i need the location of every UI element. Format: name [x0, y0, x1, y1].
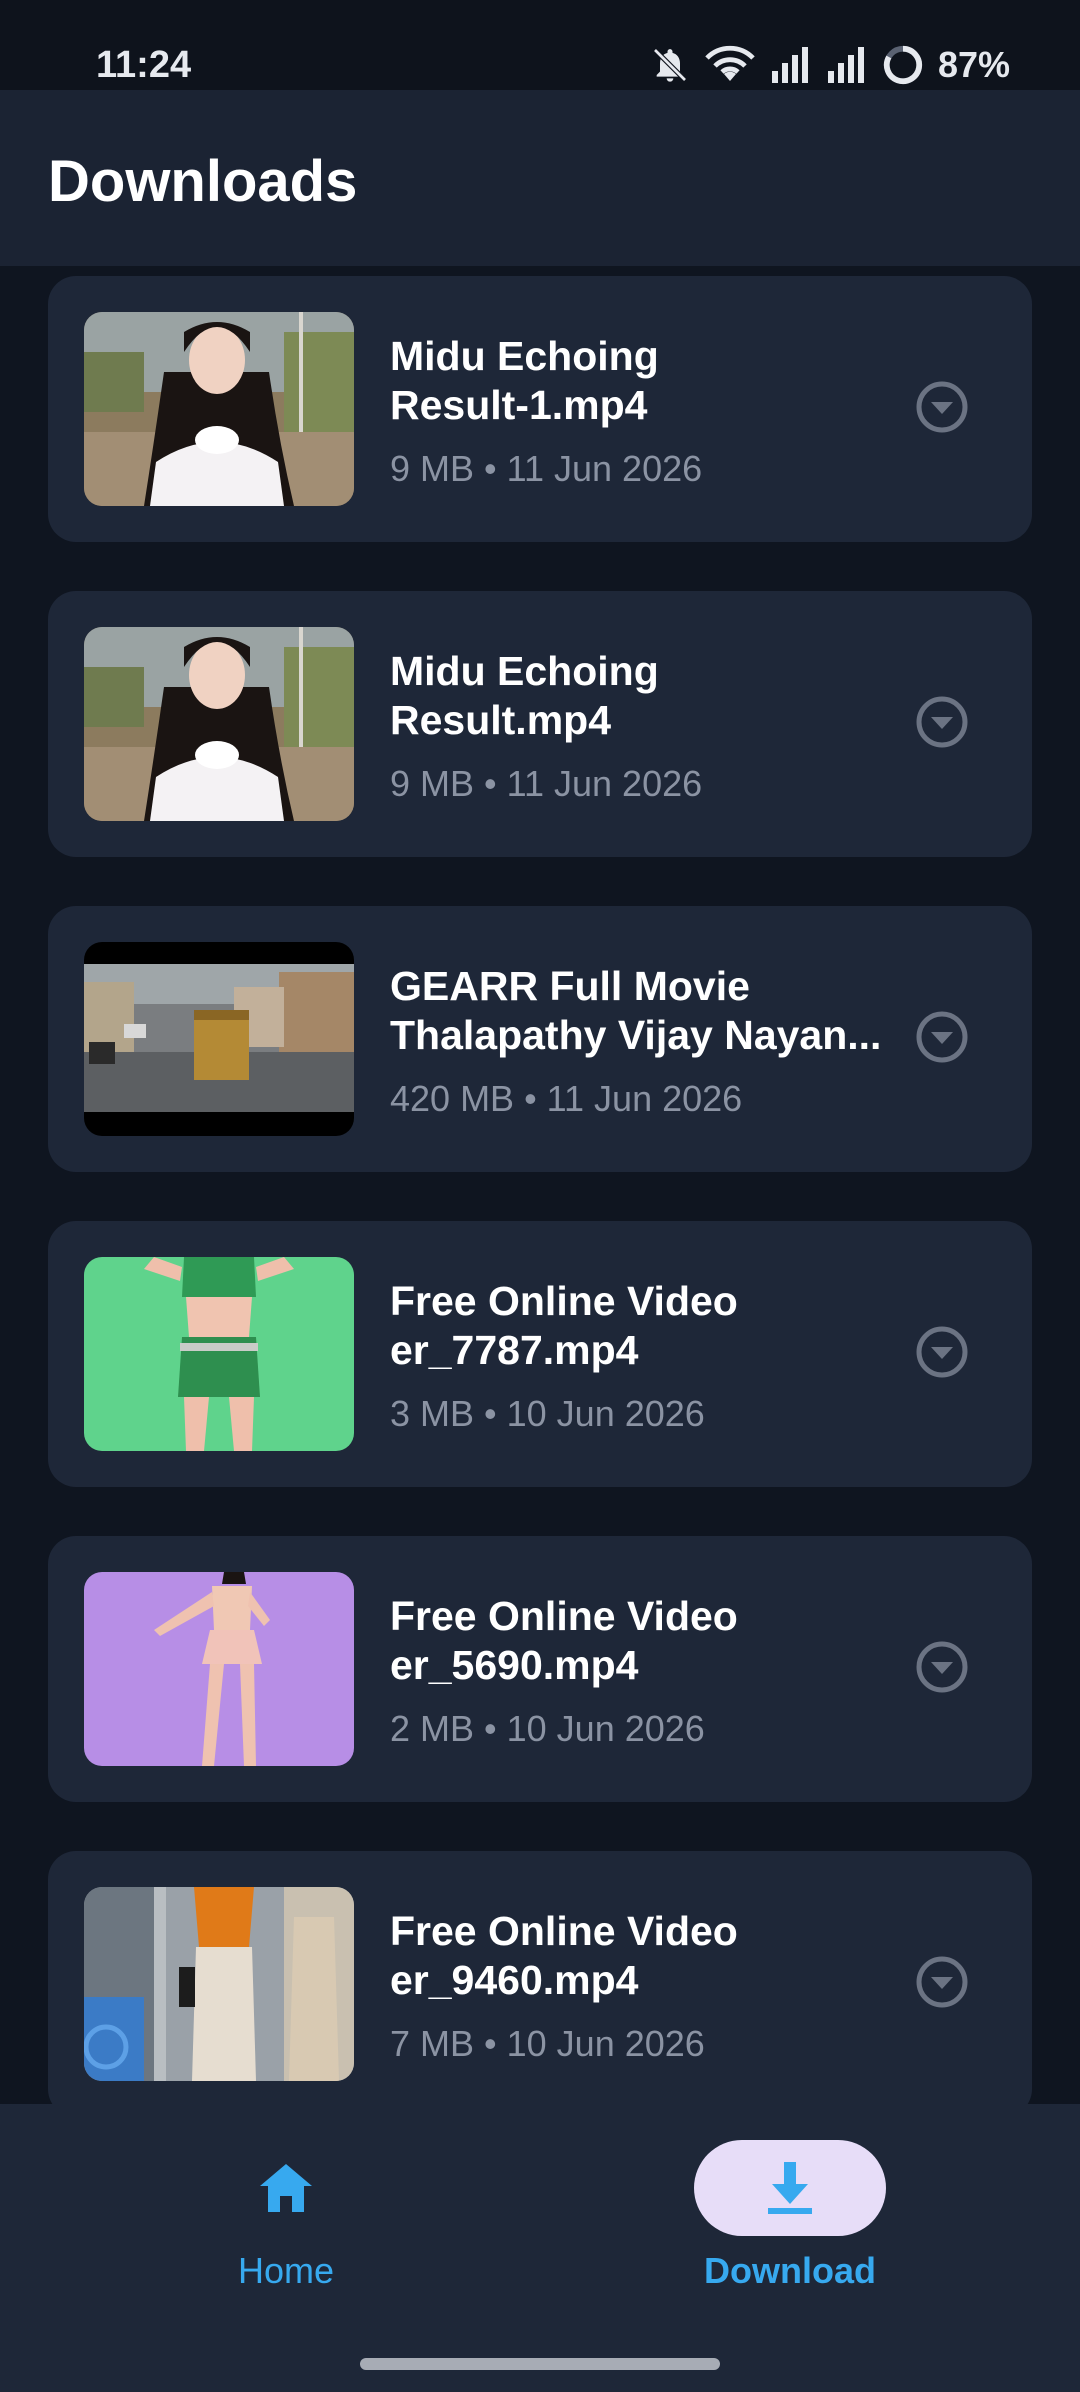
item-title: Free Online Video er_9460.mp4 — [390, 1908, 738, 2003]
status-time: 11:24 — [96, 44, 192, 86]
nav-home-label: Home — [237, 2250, 335, 2291]
item-menu-button[interactable] — [914, 694, 970, 750]
nav-download[interactable]: Download — [640, 2140, 940, 2292]
item-menu-button[interactable] — [914, 1324, 970, 1380]
chevron-down-circle-icon — [916, 1641, 968, 1693]
signal-icon — [826, 45, 868, 85]
item-meta: 3 MB • 10 Jun 2026 — [390, 1393, 705, 1434]
item-title: Free Online Video er_7787.mp4 — [390, 1278, 738, 1373]
video-thumbnail — [84, 1572, 354, 1766]
video-thumbnail — [84, 627, 354, 821]
item-menu-button[interactable] — [914, 1954, 970, 2010]
status-bar: 11:24 87% — [0, 0, 1080, 90]
download-item[interactable]: GEARR Full Movie Thalapathy Vijay Nayan.… — [48, 906, 1032, 1172]
download-item[interactable]: Free Online Video er_9460.mp4 7 MB • 10 … — [48, 1851, 1032, 2117]
gesture-home-indicator[interactable] — [360, 2358, 720, 2370]
battery-level: 87% — [937, 44, 1010, 85]
item-title: Midu Echoing Result.mp4 — [390, 648, 659, 743]
video-thumbnail — [84, 942, 354, 1136]
video-thumbnail — [84, 312, 354, 506]
item-meta: 9 MB • 11 Jun 2026 — [390, 763, 703, 804]
bottom-navigation: Home Download — [0, 2104, 1080, 2392]
item-meta: 2 MB • 10 Jun 2026 — [390, 1708, 705, 1749]
downloads-screen: 11:24 87% Downloads Midu Echoing Result-… — [0, 0, 1080, 2392]
download-item[interactable]: Free Online Video er_7787.mp4 3 MB • 10 … — [48, 1221, 1032, 1487]
app-header: Downloads — [0, 90, 1080, 266]
wifi-icon — [704, 45, 756, 85]
chevron-down-circle-icon — [916, 381, 968, 433]
item-menu-button[interactable] — [914, 1009, 970, 1065]
nav-home[interactable]: Home — [136, 2140, 436, 2292]
item-title: GEARR Full Movie Thalapathy Vijay Nayan.… — [390, 963, 882, 1058]
chevron-down-circle-icon — [916, 1011, 968, 1063]
chevron-down-circle-icon — [916, 1326, 968, 1378]
item-title: Free Online Video er_5690.mp4 — [390, 1593, 738, 1688]
page-title: Downloads — [48, 149, 358, 214]
chevron-down-circle-icon — [916, 1956, 968, 2008]
item-meta: 420 MB • 11 Jun 2026 — [390, 1078, 743, 1119]
bell-off-icon — [650, 45, 690, 85]
download-item[interactable]: Midu Echoing Result.mp4 9 MB • 11 Jun 20… — [48, 591, 1032, 857]
video-thumbnail — [84, 1257, 354, 1451]
home-icon — [260, 2164, 312, 2212]
item-meta: 7 MB • 10 Jun 2026 — [390, 2023, 705, 2064]
battery-ring-icon — [882, 44, 924, 86]
item-menu-button[interactable] — [914, 379, 970, 435]
status-icons: 87% — [650, 40, 1010, 90]
item-menu-button[interactable] — [914, 1639, 970, 1695]
item-title: Midu Echoing Result-1.mp4 — [390, 333, 659, 428]
nav-download-pill — [694, 2140, 886, 2236]
download-item[interactable]: Midu Echoing Result-1.mp4 9 MB • 11 Jun … — [48, 276, 1032, 542]
signal-icon — [770, 45, 812, 85]
nav-download-label: Download — [704, 2250, 876, 2291]
video-thumbnail — [84, 1887, 354, 2081]
chevron-down-circle-icon — [916, 696, 968, 748]
download-icon — [768, 2162, 812, 2214]
nav-home-pill — [190, 2140, 382, 2236]
item-meta: 9 MB • 11 Jun 2026 — [390, 448, 703, 489]
download-item[interactable]: Free Online Video er_5690.mp4 2 MB • 10 … — [48, 1536, 1032, 1802]
downloads-list: Midu Echoing Result-1.mp4 9 MB • 11 Jun … — [48, 276, 1032, 2166]
